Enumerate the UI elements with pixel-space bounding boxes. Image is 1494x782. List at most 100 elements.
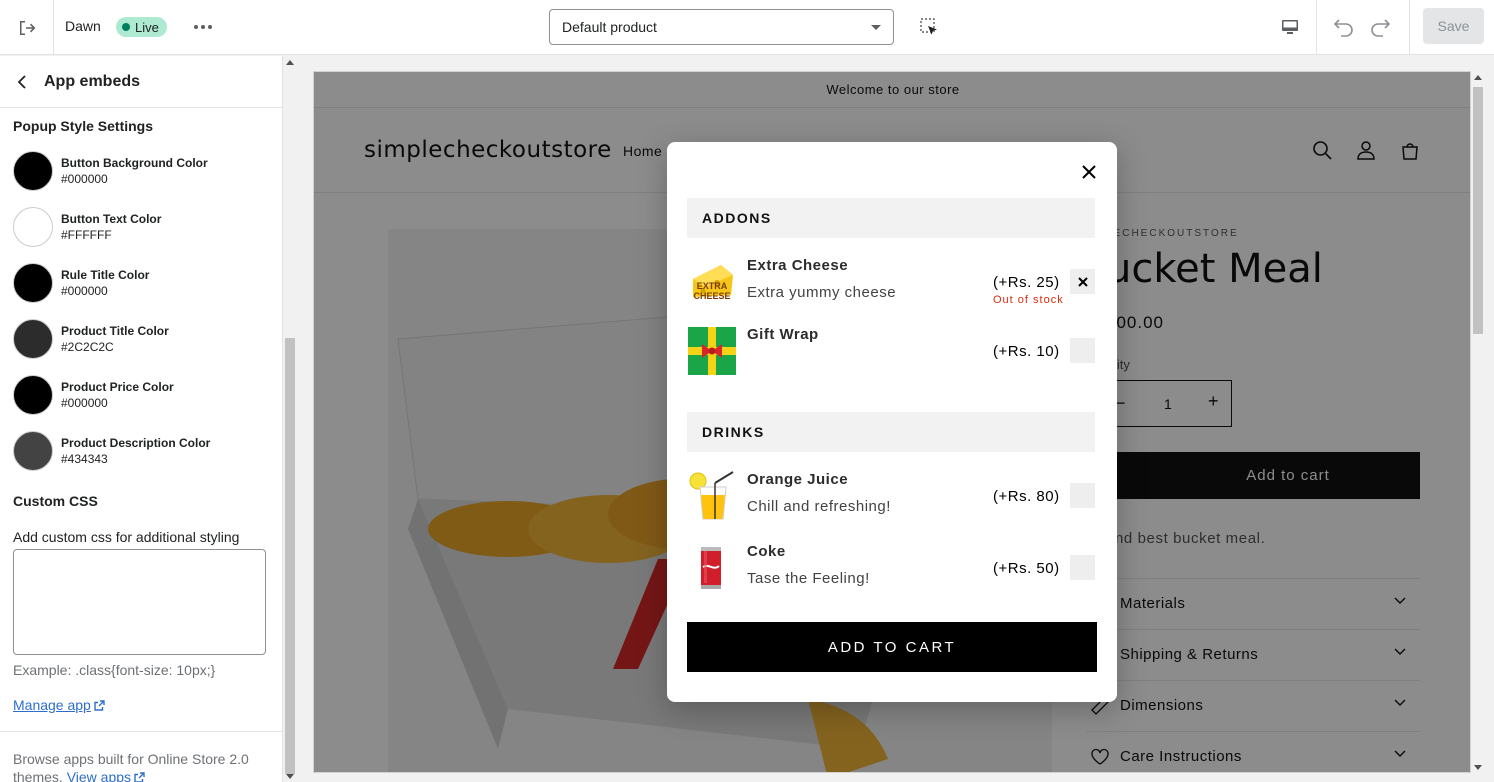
desktop-icon <box>1282 20 1298 34</box>
svg-text:CHEESE: CHEESE <box>693 291 730 301</box>
color-setting-row[interactable]: Button Background Color #000000 <box>13 151 263 191</box>
addon-item: EXTRA CHEESE Extra Cheese Extra yummy ch… <box>687 257 1097 307</box>
addon-description: Tase the Feeling! <box>747 570 870 587</box>
sidebar-scrollbar[interactable] <box>283 56 297 782</box>
popup-style-heading: Popup Style Settings <box>13 118 154 134</box>
close-icon <box>1082 165 1096 179</box>
settings-sidebar: App embeds Popup Style Settings Button B… <box>0 56 283 782</box>
color-setting-row[interactable]: Product Title Color #2C2C2C <box>13 319 263 359</box>
desktop-preview-button[interactable] <box>1275 12 1305 42</box>
cheese-icon: EXTRA CHEESE <box>693 265 733 301</box>
undo-button[interactable] <box>1330 12 1358 42</box>
exit-editor-button[interactable] <box>0 0 54 55</box>
more-horizontal-icon <box>194 25 212 29</box>
view-apps-label: View apps <box>66 769 132 782</box>
gift-icon <box>688 327 736 375</box>
theme-name: Dawn <box>65 18 101 34</box>
custom-css-help-text: Example: .class{font-size: 10px;} <box>13 662 216 678</box>
scrollbar-thumb[interactable] <box>1473 87 1483 334</box>
color-swatch[interactable] <box>13 375 53 415</box>
addon-price: (+Rs. 50) <box>993 560 1060 577</box>
back-button[interactable] <box>0 56 44 108</box>
color-setting-label: Product Title Color <box>61 324 169 338</box>
sidebar-title: App embeds <box>44 72 141 90</box>
addon-title: Coke <box>747 543 786 560</box>
color-setting-value: #2C2C2C <box>61 340 114 354</box>
redo-icon <box>1371 19 1391 37</box>
scroll-down-arrow-icon[interactable] <box>1474 765 1482 770</box>
exit-icon <box>19 20 35 35</box>
scrollbar-thumb[interactable] <box>285 338 295 774</box>
out-of-stock-label: Out of stock <box>993 294 1064 306</box>
select-cursor-icon <box>920 18 937 35</box>
template-select-value: Default product <box>562 19 657 35</box>
color-swatch[interactable] <box>13 319 53 359</box>
template-select[interactable]: Default product <box>549 9 894 45</box>
scroll-down-arrow-icon[interactable] <box>286 774 294 779</box>
color-setting-value: #000000 <box>61 396 108 410</box>
color-swatch[interactable] <box>13 431 53 471</box>
svg-text:EXTRA: EXTRA <box>697 281 728 291</box>
addon-checkbox[interactable] <box>1070 483 1095 508</box>
live-badge: Live <box>116 17 167 37</box>
browse-apps-text: Browse apps built for Online Store 2.0 t… <box>13 750 263 782</box>
inspector-button[interactable] <box>914 12 944 42</box>
addon-item: Coke Tase the Feeling! (+Rs. 50) <box>687 543 1097 593</box>
cola-icon <box>701 547 721 589</box>
color-setting-value: #000000 <box>61 172 108 186</box>
color-setting-label: Product Description Color <box>61 436 211 450</box>
live-dot-icon <box>122 23 130 31</box>
color-setting-label: Button Background Color <box>61 156 208 170</box>
topbar-divider <box>1409 0 1410 55</box>
color-swatch[interactable] <box>13 263 53 303</box>
custom-css-heading: Custom CSS <box>13 493 98 509</box>
scroll-up-arrow-icon[interactable] <box>286 60 294 65</box>
preview-scrollbar[interactable] <box>1471 71 1485 773</box>
addon-checkbox-disabled[interactable] <box>1070 269 1095 294</box>
color-setting-label: Rule Title Color <box>61 268 150 282</box>
addon-item: Orange Juice Chill and refreshing! (+Rs.… <box>687 471 1097 521</box>
addon-group-heading: DRINKS <box>687 412 1095 452</box>
external-link-icon <box>94 700 105 711</box>
color-setting-row[interactable]: Rule Title Color #000000 <box>13 263 263 303</box>
addon-price: (+Rs. 25) <box>993 274 1060 291</box>
addons-popup: ADDONS EXTRA CHEESE Extra Cheese Extra y… <box>667 142 1117 702</box>
live-badge-label: Live <box>135 19 159 35</box>
external-link-icon <box>134 772 145 782</box>
redo-button[interactable] <box>1366 12 1394 42</box>
addon-description: Chill and refreshing! <box>747 498 891 515</box>
addon-title: Extra Cheese <box>747 257 849 274</box>
addon-price: (+Rs. 80) <box>993 488 1060 505</box>
view-apps-link[interactable]: View apps <box>67 769 145 782</box>
juice-icon <box>689 471 734 520</box>
addon-group-heading: ADDONS <box>687 198 1095 238</box>
color-setting-row[interactable]: Button Text Color #FFFFFF <box>13 207 263 247</box>
topbar-divider <box>1316 0 1317 55</box>
color-setting-value: #000000 <box>61 284 108 298</box>
save-button[interactable]: Save <box>1423 8 1484 44</box>
color-setting-row[interactable]: Product Price Color #000000 <box>13 375 263 415</box>
color-setting-label: Product Price Color <box>61 380 174 394</box>
custom-css-input[interactable] <box>13 549 266 655</box>
color-setting-value: #434343 <box>61 452 108 466</box>
cross-icon <box>1077 276 1088 287</box>
sidebar-header: App embeds <box>0 56 282 108</box>
manage-app-link[interactable]: Manage app <box>13 697 105 713</box>
color-setting-row[interactable]: Product Description Color #434343 <box>13 431 263 471</box>
addon-title: Gift Wrap <box>747 326 819 343</box>
color-setting-label: Button Text Color <box>61 212 162 226</box>
scroll-up-arrow-icon[interactable] <box>1474 75 1482 80</box>
chevron-down-icon <box>871 25 881 30</box>
custom-css-label: Add custom css for additional styling <box>13 529 240 545</box>
addon-title: Orange Juice <box>747 471 849 488</box>
addon-checkbox[interactable] <box>1070 555 1095 580</box>
color-swatch[interactable] <box>13 207 53 247</box>
manage-app-label: Manage app <box>13 697 91 713</box>
more-actions-button[interactable] <box>188 12 218 42</box>
addon-price: (+Rs. 10) <box>993 343 1060 360</box>
close-button[interactable] <box>1077 160 1101 184</box>
popup-add-to-cart-button[interactable]: ADD TO CART <box>687 622 1097 672</box>
undo-icon <box>1333 19 1353 37</box>
addon-checkbox[interactable] <box>1070 338 1095 363</box>
color-swatch[interactable] <box>13 151 53 191</box>
